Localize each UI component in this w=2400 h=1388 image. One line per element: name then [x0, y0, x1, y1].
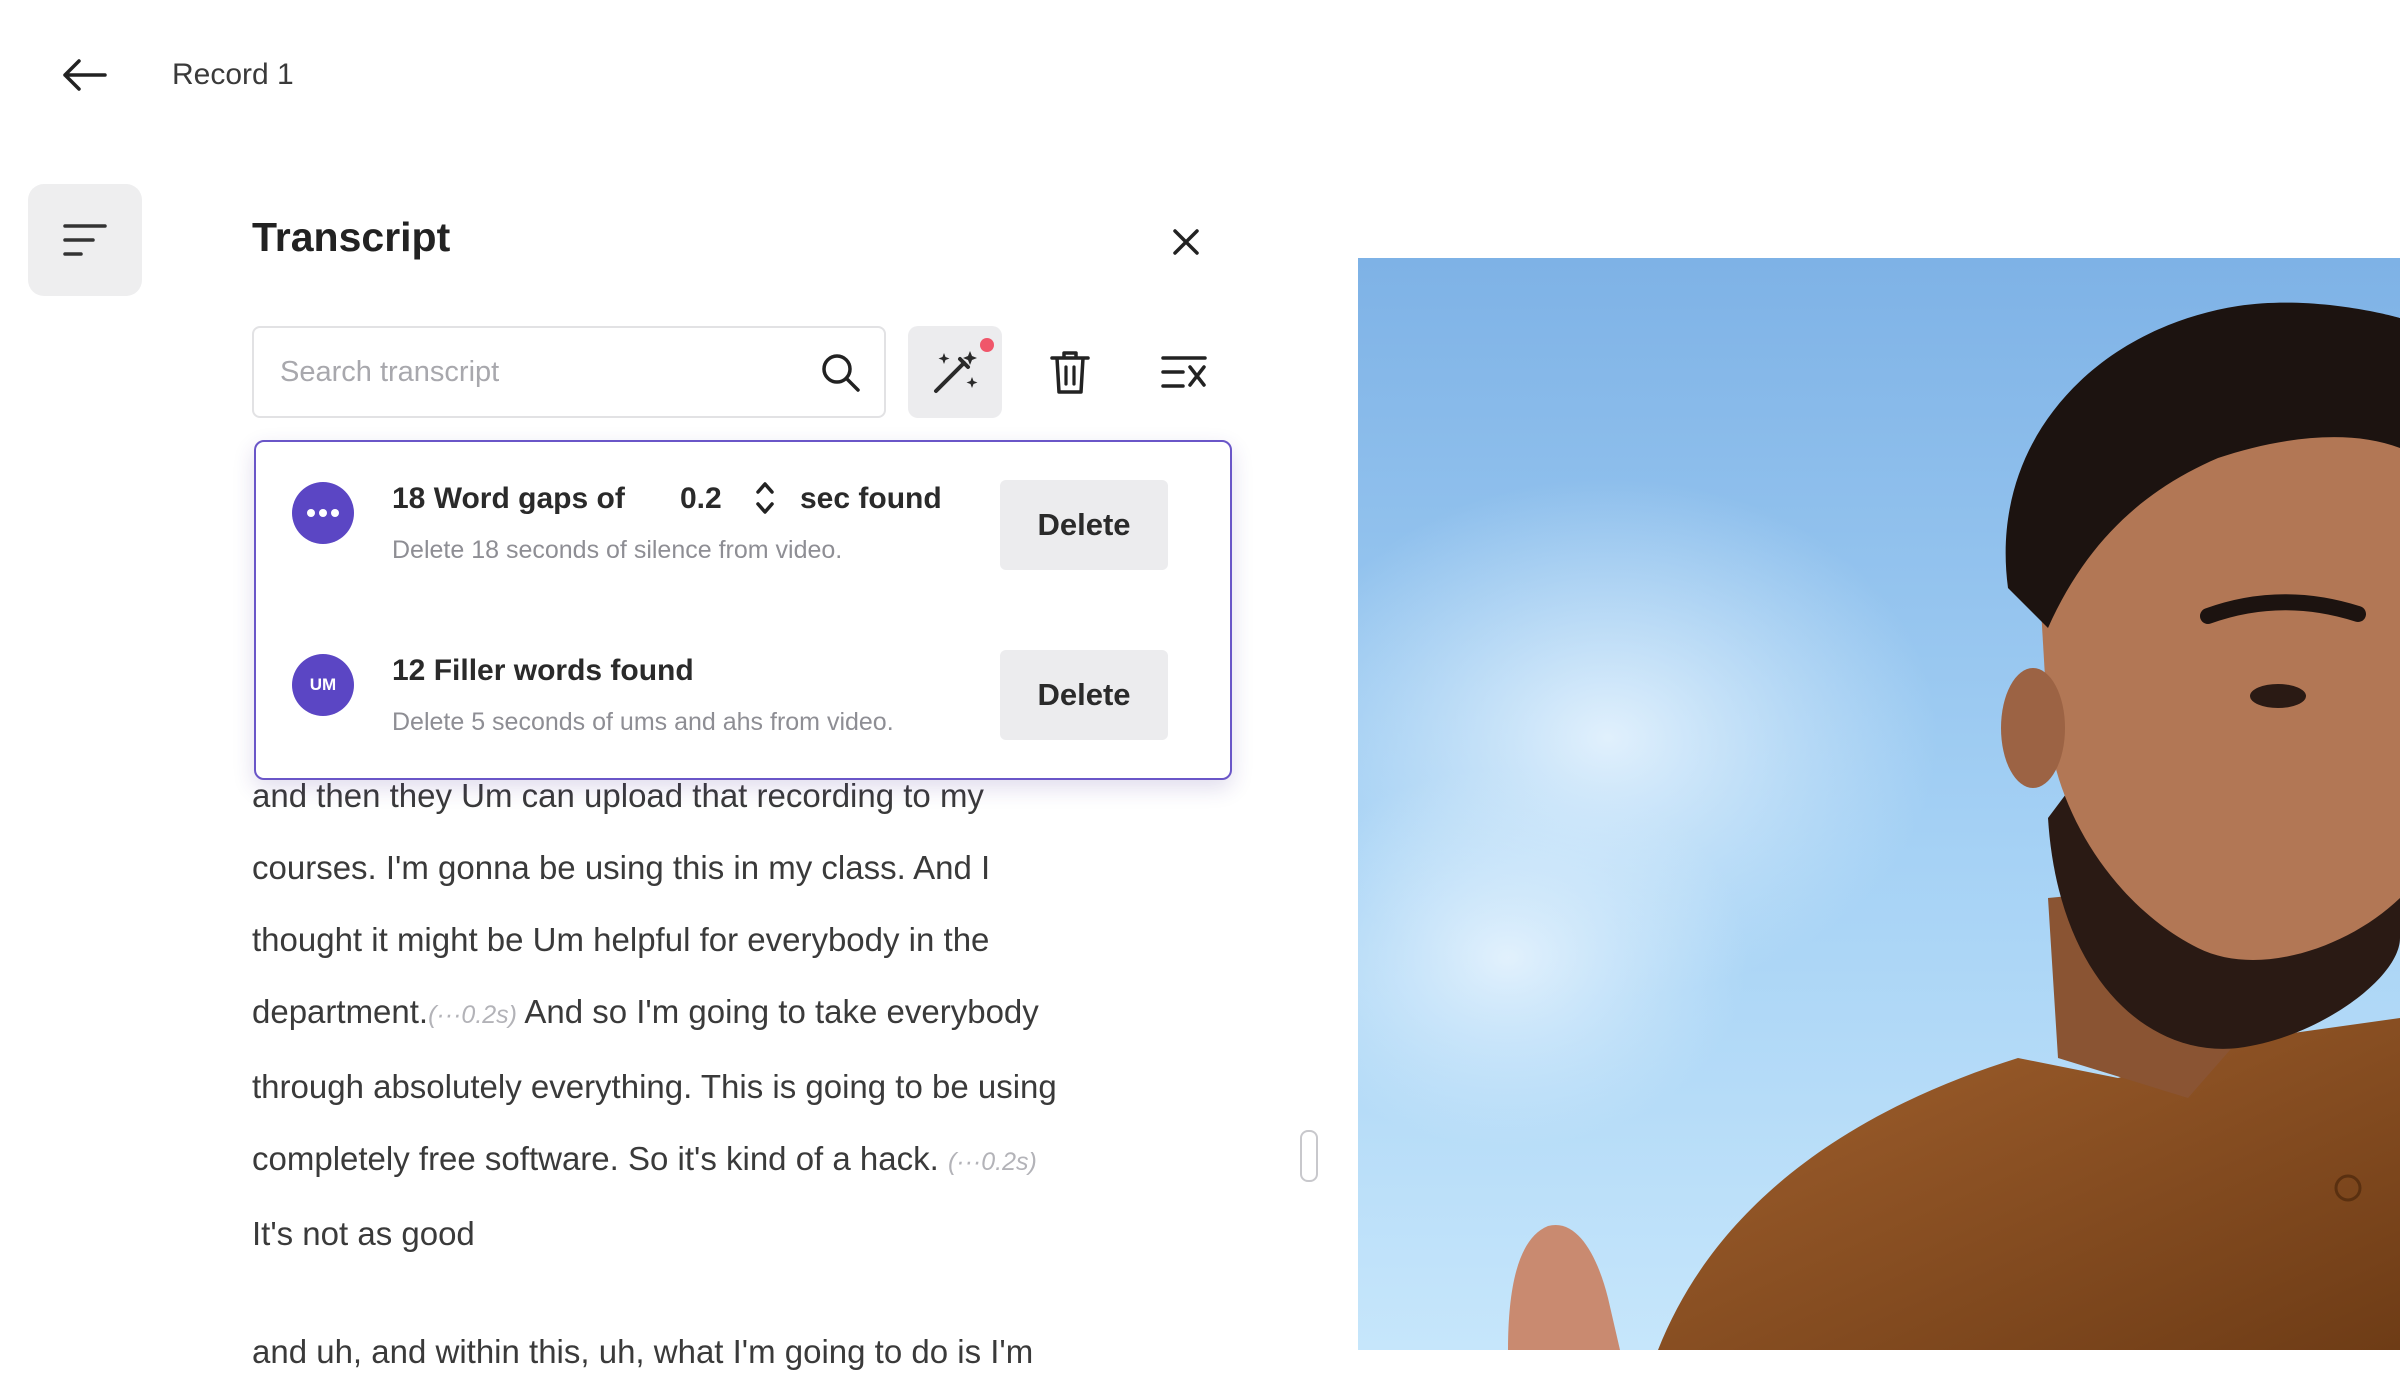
delete-button[interactable]: [1034, 336, 1106, 408]
word-gaps-title: 18 Word gaps of: [392, 482, 625, 515]
magic-wand-icon: [934, 351, 978, 393]
gap-duration-value[interactable]: 0.2: [680, 482, 722, 516]
text-align-left-icon: [63, 224, 107, 256]
transcript-line: through absolutely everything. This is g…: [252, 1068, 1057, 1105]
clear-format-icon: [1161, 356, 1207, 388]
record-title: Record 1: [172, 58, 294, 91]
transcript-line: department.(···0.2s) And so I'm going to…: [252, 976, 1252, 1051]
transcript-line: and uh, and within this, uh, what I'm go…: [252, 1333, 1034, 1370]
panel-title: Transcript: [252, 214, 451, 260]
transcript-text-span: And so I'm going to take everybody: [517, 993, 1039, 1030]
transcript-line: thought it might be Um helpful for every…: [252, 921, 990, 958]
word-gap-marker[interactable]: (···0.2s): [428, 1001, 517, 1029]
close-panel-button[interactable]: [1160, 216, 1212, 268]
delete-word-gaps-button[interactable]: Delete: [1000, 480, 1168, 570]
transcript-text-span: completely free software. So it's kind o…: [252, 1140, 948, 1177]
video-preview[interactable]: [1358, 258, 2400, 1350]
delete-filler-words-button[interactable]: Delete: [1000, 650, 1168, 740]
dots-icon: [292, 482, 354, 544]
cleanup-popover: 18 Word gaps of 0.2 sec found Delete 18 …: [254, 440, 1232, 780]
trash-icon: [1050, 351, 1090, 394]
filler-words-title: 12 Filler words found: [392, 654, 694, 687]
close-icon: [1173, 229, 1199, 255]
transcript-toggle-button[interactable]: [28, 184, 142, 296]
arrow-left-icon: [63, 59, 107, 91]
transcript-text-span: department.: [252, 993, 429, 1030]
word-gap-marker[interactable]: (···0.2s): [948, 1148, 1037, 1176]
clear-formatting-button[interactable]: [1148, 336, 1220, 408]
notification-dot: [980, 338, 994, 352]
presenter-image: [1358, 258, 2400, 1350]
back-button[interactable]: [52, 50, 116, 100]
word-gaps-subtitle: Delete 18 seconds of silence from video.: [392, 536, 843, 564]
word-gaps-unit: sec found: [800, 482, 942, 515]
search-input[interactable]: [254, 354, 802, 390]
transcript-line: It's not as good: [252, 1215, 475, 1252]
transcript-text[interactable]: and then they Um can upload that recordi…: [252, 760, 1252, 1270]
search-box: [252, 326, 886, 418]
filler-words-subtitle: Delete 5 seconds of ums and ahs from vid…: [392, 708, 894, 736]
transcript-line: courses. I'm gonna be using this in my c…: [252, 849, 991, 886]
magic-clean-button[interactable]: [908, 326, 1002, 418]
transcript-line: completely free software. So it's kind o…: [252, 1123, 1252, 1198]
um-icon: UM: [292, 654, 354, 716]
search-icon[interactable]: [818, 350, 862, 394]
panel-resize-handle[interactable]: [1300, 1130, 1318, 1182]
stepper-arrows-icon[interactable]: [750, 476, 780, 520]
